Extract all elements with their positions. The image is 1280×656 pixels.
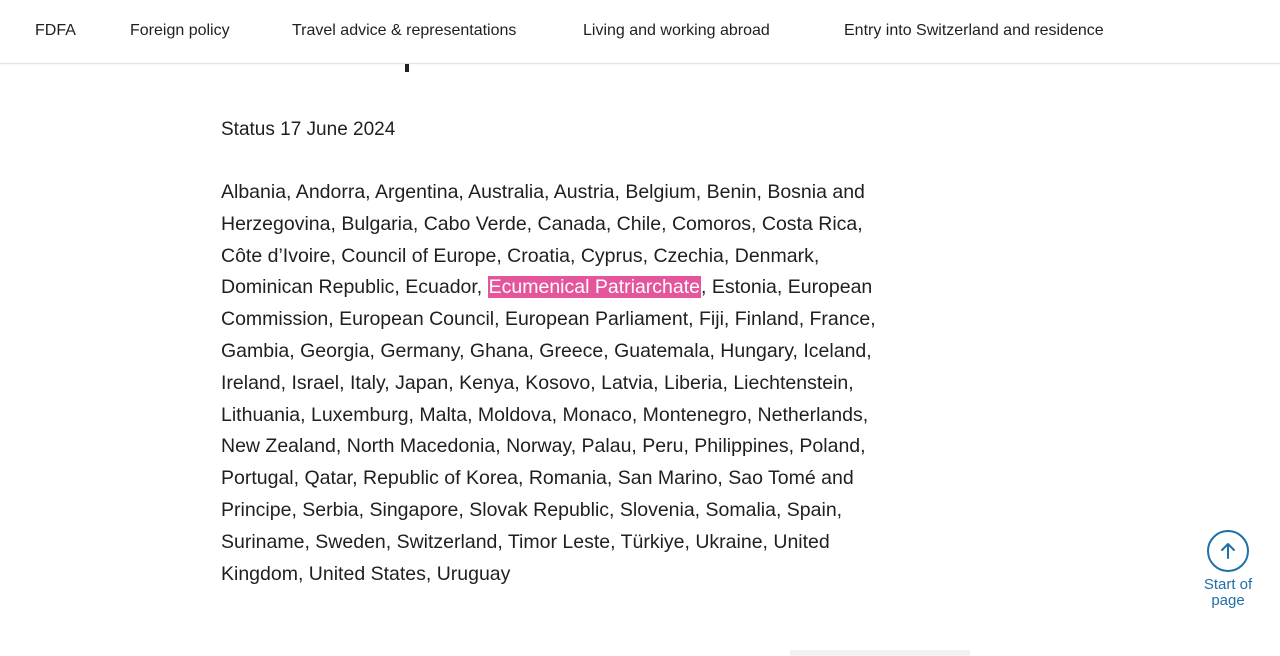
- country-list-line: Portugal, Qatar, Republic of Korea, Roma…: [221, 467, 854, 490]
- highlighted-text: Ecumenical Patriarchate: [487, 276, 701, 299]
- country-list-line: Lithuania, Luxemburg, Malta, Moldova, Mo…: [221, 403, 869, 426]
- back-to-top-label-line2: page: [1211, 592, 1245, 609]
- back-to-top-label-line1: Start of: [1203, 576, 1253, 593]
- country-list-line: Kingdom, United States, Uruguay: [221, 562, 511, 585]
- next-section-edge: [790, 650, 970, 656]
- country-list-line: Suriname, Sweden, Switzerland, Timor Les…: [221, 530, 830, 553]
- nav-item-entry-switzerland[interactable]: Entry into Switzerland and residence: [844, 20, 1104, 42]
- nav-item-foreign-policy[interactable]: Foreign policy: [130, 20, 230, 42]
- country-list-text: , Estonia, European: [701, 276, 873, 299]
- country-list-line: Ireland, Israel, Italy, Japan, Kenya, Ko…: [221, 371, 854, 394]
- country-list-line: Commission, European Council, European P…: [221, 308, 876, 331]
- back-to-top-button[interactable]: Start of page: [1196, 530, 1260, 609]
- country-list-line: Principe, Serbia, Singapore, Slovak Repu…: [221, 498, 843, 521]
- country-list-line: New Zealand, North Macedonia, Norway, Pa…: [221, 435, 866, 458]
- nav-item-living-working-abroad[interactable]: Living and working abroad: [583, 20, 770, 42]
- country-list-line: Herzegovina, Bulgaria, Cabo Verde, Canad…: [221, 212, 863, 235]
- back-to-top-label: Start of page: [1196, 577, 1260, 609]
- top-navigation: FDFA Foreign policy Travel advice & repr…: [0, 0, 1280, 64]
- country-list-line: Gambia, Georgia, Germany, Ghana, Greece,…: [221, 339, 872, 362]
- country-list-text: Dominican Republic, Ecuador,: [221, 276, 488, 299]
- country-list-line: Dominican Republic, Ecuador, Ecumenical …: [221, 272, 876, 304]
- arrow-up-circle-icon: [1207, 530, 1249, 572]
- country-list-line: Albania, Andorra, Argentina, Australia, …: [221, 181, 865, 203]
- nav-item-fdfa[interactable]: FDFA: [35, 20, 76, 42]
- nav-item-travel-advice[interactable]: Travel advice & representations: [292, 20, 516, 42]
- country-list-line: Côte d’Ivoire, Council of Europe, Croati…: [221, 244, 820, 267]
- status-date: Status 17 June 2024: [221, 119, 396, 140]
- country-list: Albania, Andorra, Argentina, Australia, …: [221, 177, 876, 590]
